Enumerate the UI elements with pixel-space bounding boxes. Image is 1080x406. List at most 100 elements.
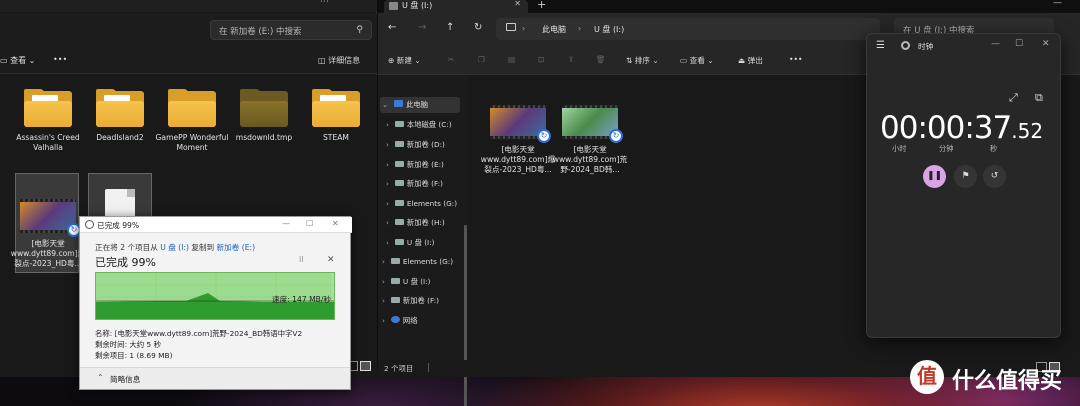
refresh-icon[interactable]: ↻	[474, 22, 482, 33]
sort-icon: ⇅	[626, 56, 633, 65]
nav-item-drive[interactable]: › 新加卷 (F:)	[386, 179, 443, 189]
close-icon[interactable]: ✕	[327, 255, 335, 265]
nav-item-drive[interactable]: › Elements (G:)	[386, 199, 457, 208]
computer-icon	[394, 100, 404, 107]
chevron-down-icon: ⌄	[382, 100, 389, 109]
up-arrow-icon[interactable]: ↑	[446, 22, 454, 33]
rename-icon[interactable]: ⊡	[538, 55, 544, 64]
more-options-button[interactable]: •••	[53, 55, 67, 64]
breadcrumb-item[interactable]: U 盘 (I:)	[594, 24, 624, 35]
minimize-icon[interactable]: —	[1053, 0, 1062, 8]
details-button[interactable]: ◫ 详细信息	[318, 55, 360, 66]
nav-item-drive[interactable]: › 新加卷 (F:)	[382, 296, 439, 306]
file-item[interactable]: ↻ [电影天堂www.dytt89.com]爆裂点-2023_HD粤...	[10, 199, 86, 269]
minimize-icon[interactable]: —	[282, 219, 290, 228]
breadcrumb-item[interactable]: 此电脑	[542, 24, 566, 35]
file-item[interactable]: ↻ [电影天堂www.dytt89.com]爆裂点-2023_HD粤...	[480, 105, 556, 175]
nav-item-label: 新加卷 (H:)	[406, 218, 445, 227]
items-remaining: 剩余项目: 1 (8.69 MB)	[95, 351, 173, 360]
network-icon	[390, 316, 400, 323]
tab-usb-drive[interactable]: U 盘 (I:) ✕	[384, 0, 528, 13]
chevron-right-icon: ›	[386, 160, 389, 169]
file-item[interactable]: STEAM	[298, 89, 374, 143]
lap-button[interactable]: ⚑	[954, 165, 977, 188]
file-name: [电影天堂www.dytt89.com]爆裂点-2023_HD粤...	[10, 239, 86, 268]
nav-item-drive[interactable]: › 本地磁盘 (C:)	[386, 120, 452, 130]
keep-on-top-icon[interactable]: ⧉	[1035, 91, 1043, 105]
chevron-up-icon[interactable]: ⌃	[97, 373, 104, 382]
close-window-icon[interactable]: ✕	[332, 219, 339, 228]
nav-item-network[interactable]: › 网络	[382, 316, 418, 326]
hamburger-menu-icon[interactable]: ☰	[876, 40, 885, 51]
left-search-box[interactable]: 在 新加卷 (E:) 中搜索 ⚲	[210, 20, 372, 40]
navigation-pane: ⌄ 此电脑 › 本地磁盘 (C:) › 新加卷 (D:) › 新加卷 (E:) › 新加卷…	[378, 75, 468, 406]
file-name: msdownld.tmp	[235, 133, 293, 142]
file-item[interactable]: ↻ [电影天堂www.dytt89.com]荒野-2024_BD韩...	[552, 105, 628, 175]
folder-icon	[240, 89, 288, 127]
paste-icon[interactable]: ▤	[508, 55, 515, 64]
breadcrumb-chevron-icon: ›	[522, 24, 526, 33]
transfer-speed: 速度: 147 MB/秒	[272, 295, 331, 304]
back-arrow-icon[interactable]: ←	[388, 22, 396, 33]
chevron-right-icon: ›	[382, 296, 385, 305]
new-tab-icon[interactable]: +	[537, 0, 546, 11]
copy-progress-dialog: 已完成 99% — ☐ ✕ 正在将 2 个项目从 U 盘 (I:) 复制到 新加…	[79, 216, 352, 390]
chevron-right-icon: ›	[386, 238, 389, 247]
file-name: [电影天堂www.dytt89.com]爆裂点-2023_HD粤...	[480, 145, 556, 174]
nav-item-label: Elements (G:)	[402, 257, 454, 266]
file-item[interactable]: GamePP Wonderful Moment	[154, 89, 230, 153]
pause-button[interactable]: ❚❚	[923, 165, 946, 188]
nav-item-drive[interactable]: › Elements (G:)	[382, 257, 453, 266]
minimize-icon[interactable]: —	[991, 39, 1000, 49]
nav-item-drive[interactable]: › U 盘 (I:)	[386, 238, 435, 248]
nav-item-drive[interactable]: › 新加卷 (D:)	[386, 140, 445, 150]
view-button[interactable]: ▭ 查看 ⌄	[0, 55, 35, 66]
drive-icon	[394, 141, 404, 147]
reset-button[interactable]: ↺	[983, 165, 1006, 188]
maximize-icon[interactable]: ☐	[306, 219, 313, 228]
close-tab-icon[interactable]: ✕	[514, 0, 521, 8]
nav-item-drive[interactable]: › 新加卷 (H:)	[386, 218, 445, 228]
new-button[interactable]: ⊕ 新建 ⌄	[388, 55, 421, 66]
file-item[interactable]: DeadIsland2	[82, 89, 158, 143]
sort-button[interactable]: ⇅ 排序 ⌄	[626, 55, 659, 66]
nav-item-label: 此电脑	[406, 100, 429, 109]
pause-icon[interactable]: II	[299, 255, 304, 264]
cut-icon[interactable]: ✂	[448, 55, 454, 64]
file-name-line: 名称: [电影天堂www.dytt89.com]荒野-2024_BD韩语中字V2	[95, 329, 303, 338]
nav-item-this-pc[interactable]: ⌄ 此电脑	[382, 100, 428, 110]
source-link[interactable]: U 盘 (I:)	[160, 243, 189, 252]
copy-icon[interactable]: ❐	[478, 55, 485, 64]
nav-scrollbar[interactable]	[464, 225, 467, 406]
status-divider	[428, 363, 429, 372]
folder-icon	[96, 89, 144, 127]
clock-app-window: ☰ 时钟 — ☐ ✕ ⤢ ⧉ 00:00:37.52 小时 分钟 秒 ❚❚ ⚑ …	[866, 33, 1061, 338]
file-item[interactable]: msdownld.tmp	[226, 89, 302, 143]
forward-arrow-icon[interactable]: →	[418, 22, 426, 33]
drive-icon	[394, 161, 404, 167]
close-window-icon[interactable]: ✕	[1042, 39, 1050, 49]
share-icon[interactable]: ⇪	[568, 55, 574, 64]
dialog-footer: ⌃ 简略信息	[80, 367, 350, 389]
less-details-button[interactable]: 简略信息	[110, 374, 140, 385]
destination-link[interactable]: 新加卷 (E:)	[217, 243, 255, 252]
file-item[interactable]: Assassin's Creed Valhalla	[10, 89, 86, 153]
expand-icon[interactable]: ⤢	[1009, 91, 1018, 105]
tiles-view-icon[interactable]	[360, 361, 371, 371]
maximize-icon[interactable]: ☐	[1015, 39, 1023, 49]
breadcrumb-chevron-icon: ›	[578, 24, 582, 33]
search-icon[interactable]: ⚲	[356, 25, 363, 35]
eject-button[interactable]: ⏏ 弹出	[738, 55, 763, 66]
window-more-icon[interactable]: ⋯	[320, 0, 329, 7]
copy-prefix: 正在将 2 个项目从	[95, 243, 158, 252]
plus-circle-icon: ⊕	[388, 56, 395, 65]
left-tab-strip: ⋯	[0, 0, 377, 12]
breadcrumb[interactable]: › 此电脑 › U 盘 (I:)	[496, 18, 880, 40]
chevron-right-icon: ›	[382, 277, 385, 286]
delete-icon[interactable]: 🗑	[596, 55, 606, 64]
nav-item-drive[interactable]: › U 盘 (I:)	[382, 277, 431, 287]
more-options-button[interactable]: •••	[789, 55, 802, 64]
left-address-row: 在 新加卷 (E:) 中搜索 ⚲	[0, 14, 377, 46]
view-button[interactable]: ▭ 查看 ⌄	[680, 55, 714, 66]
nav-item-drive[interactable]: › 新加卷 (E:)	[386, 160, 444, 170]
